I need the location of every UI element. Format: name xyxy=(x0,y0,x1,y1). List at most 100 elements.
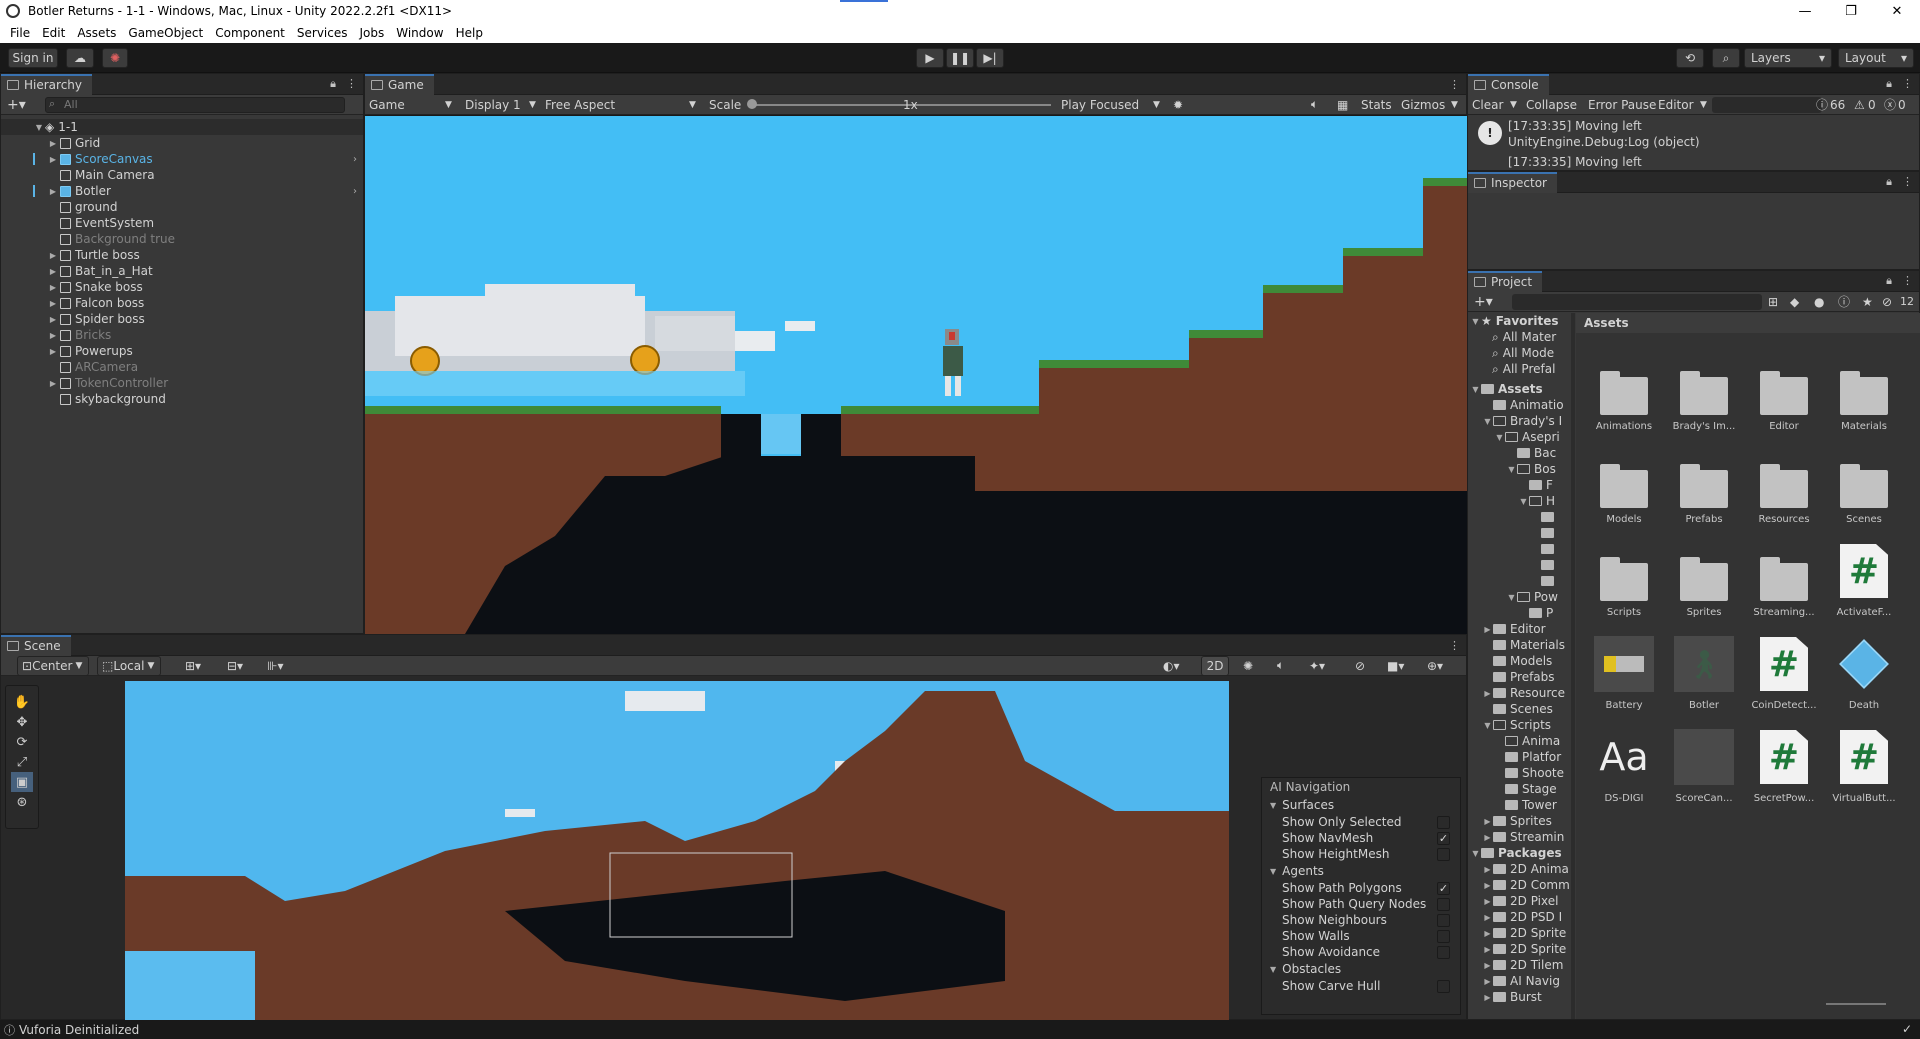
asset-item[interactable]: Prefabs xyxy=(1664,448,1744,525)
folder-tree-item[interactable]: ▼ Brady's I xyxy=(1468,413,1571,429)
folder-tree-item[interactable] xyxy=(1468,557,1571,573)
folder-tree-item[interactable]: ▶ Streamin xyxy=(1468,829,1571,845)
folder-tree-item[interactable]: Prefabs xyxy=(1468,669,1571,685)
folder-tree-item[interactable]: ▶ 2D Sprite xyxy=(1468,925,1571,941)
transform-tool-icon[interactable]: ⊛ xyxy=(11,792,33,812)
chevron-right-icon[interactable]: › xyxy=(353,154,357,165)
more-icon[interactable]: ⋮ xyxy=(346,77,357,91)
tab-project[interactable]: Project xyxy=(1468,270,1543,292)
stats-button[interactable]: Stats xyxy=(1361,98,1392,112)
pause-button[interactable]: ❚❚ xyxy=(946,48,974,68)
asset-item[interactable]: Editor xyxy=(1744,355,1824,432)
error-pause-button[interactable]: Error Pause xyxy=(1588,98,1656,112)
expand-arrow-icon[interactable]: ▼ xyxy=(1470,849,1481,858)
agents-section[interactable]: ▼ Agents xyxy=(1262,862,1460,880)
log-line[interactable]: [17:33:35] Moving left xyxy=(1508,155,1642,169)
expand-arrow-icon[interactable]: ▶ xyxy=(1482,833,1493,842)
folder-tree-item[interactable]: Materials xyxy=(1468,637,1571,653)
asset-item[interactable]: # SecretPow... xyxy=(1744,727,1824,804)
hidden-packages-icon[interactable]: ⊘ xyxy=(1882,295,1892,309)
folder-tree-item[interactable] xyxy=(1468,509,1571,525)
expand-arrow-icon[interactable]: ▶ xyxy=(1482,897,1493,906)
log-line[interactable]: [17:33:35] Moving left xyxy=(1508,119,1642,133)
nav-toggle-row[interactable]: Show Only Selected xyxy=(1262,814,1460,830)
breadcrumb[interactable]: Assets xyxy=(1576,313,1920,333)
effects-icon[interactable]: ✦▾ xyxy=(1309,659,1325,673)
folder-tree-item[interactable]: Shoote xyxy=(1468,765,1571,781)
grid-visibility-icon[interactable]: ⊟▾ xyxy=(227,659,243,673)
scale-tool-icon[interactable]: ⤢ xyxy=(11,752,33,772)
hierarchy-item[interactable]: ▶ Botler › xyxy=(1,183,363,199)
rect-tool-icon[interactable]: ▣ xyxy=(11,772,33,792)
surfaces-section[interactable]: ▼ Surfaces xyxy=(1262,796,1460,814)
close-button[interactable]: ✕ xyxy=(1874,0,1920,22)
nav-toggle-row[interactable]: Show Path Polygons ✓ xyxy=(1262,880,1460,896)
status-text[interactable]: Vuforia Deinitialized xyxy=(19,1023,139,1037)
folder-tree-item[interactable]: ▼ Asepri xyxy=(1468,429,1571,445)
clear-button[interactable]: Clear xyxy=(1472,98,1503,112)
hierarchy-item[interactable]: Background true xyxy=(1,231,363,247)
expand-arrow-icon[interactable]: ▶ xyxy=(1482,929,1493,938)
tab-inspector[interactable]: Inspector xyxy=(1468,171,1557,193)
folder-tree-item[interactable]: Tower xyxy=(1468,797,1571,813)
folder-tree-item[interactable]: Models xyxy=(1468,653,1571,669)
folder-tree-item[interactable]: P xyxy=(1468,605,1571,621)
expand-arrow-icon[interactable]: ▼ xyxy=(33,123,45,132)
hierarchy-item[interactable]: ▶ TokenController xyxy=(1,375,363,391)
expand-arrow-icon[interactable]: ▼ xyxy=(1482,721,1493,730)
menu-item-services[interactable]: Services xyxy=(291,26,354,40)
asset-item[interactable]: Streaming... xyxy=(1744,541,1824,618)
folder-tree-item[interactable]: ▶ 2D Tilem xyxy=(1468,957,1571,973)
asset-item[interactable]: Resources xyxy=(1744,448,1824,525)
favorite-item[interactable]: ⌕ All Mater xyxy=(1468,329,1571,345)
menu-item-component[interactable]: Component xyxy=(209,26,291,40)
hierarchy-search-input[interactable]: All xyxy=(45,97,345,113)
lock-icon[interactable]: 🔒︎ xyxy=(1886,175,1892,189)
layers-dropdown[interactable]: Layers ▾ xyxy=(1744,48,1832,68)
menu-item-help[interactable]: Help xyxy=(450,26,489,40)
asset-item[interactable]: Materials xyxy=(1824,355,1904,432)
move-tool-icon[interactable]: ✥ xyxy=(11,712,33,732)
scale-slider-handle[interactable] xyxy=(747,99,757,109)
rotate-tool-icon[interactable]: ⟳ xyxy=(11,732,33,752)
expand-arrow-icon[interactable]: ▶ xyxy=(1482,993,1493,1002)
notification-icon[interactable]: ✓ xyxy=(1902,1022,1912,1036)
expand-arrow-icon[interactable]: ▼ xyxy=(1506,465,1517,474)
checkbox[interactable]: ✓ xyxy=(1437,831,1450,845)
lock-icon[interactable]: 🔒︎ xyxy=(1886,274,1892,288)
folder-tree-item[interactable] xyxy=(1468,541,1571,557)
folder-tree-item[interactable]: ▶ 2D Pixel xyxy=(1468,893,1571,909)
obstacles-section[interactable]: ▼ Obstacles xyxy=(1262,960,1460,978)
checkbox[interactable] xyxy=(1437,847,1450,861)
hierarchy-item[interactable]: ▶ Bricks xyxy=(1,327,363,343)
expand-arrow-icon[interactable]: ▶ xyxy=(47,251,59,260)
expand-arrow-icon[interactable]: ▶ xyxy=(1482,945,1493,954)
expand-arrow-icon[interactable]: ▼ xyxy=(1270,801,1276,810)
expand-arrow-icon[interactable]: ▶ xyxy=(1482,817,1493,826)
hand-tool-icon[interactable]: ✋ xyxy=(11,692,33,712)
checkbox[interactable] xyxy=(1437,913,1450,927)
menu-item-edit[interactable]: Edit xyxy=(36,26,71,40)
nav-toggle-row[interactable]: Show Path Query Nodes xyxy=(1262,896,1460,912)
expand-arrow-icon[interactable]: ▶ xyxy=(47,139,59,148)
expand-arrow-icon[interactable]: ▶ xyxy=(47,155,59,164)
search-by-type-icon[interactable]: ⊞ xyxy=(1768,295,1778,309)
menu-item-jobs[interactable]: Jobs xyxy=(354,26,391,40)
asset-item[interactable]: Death xyxy=(1824,634,1904,711)
asset-item[interactable]: Animations xyxy=(1584,355,1664,432)
more-icon[interactable]: ⋮ xyxy=(1902,77,1913,91)
folder-tree-item[interactable]: ▼ Packages xyxy=(1468,845,1571,861)
tree-scrollbar[interactable] xyxy=(1571,313,1575,1019)
collapse-button[interactable]: Collapse xyxy=(1526,98,1577,112)
asset-item[interactable]: Models xyxy=(1584,448,1664,525)
nav-toggle-row[interactable]: Show Avoidance xyxy=(1262,944,1460,960)
expand-arrow-icon[interactable]: ▶ xyxy=(47,331,59,340)
expand-arrow-icon[interactable]: ▶ xyxy=(1482,913,1493,922)
folder-tree-item[interactable]: Platfor xyxy=(1468,749,1571,765)
shading-mode-icon[interactable]: ◐▾ xyxy=(1163,659,1180,673)
grid-icon[interactable]: ▦ xyxy=(1337,98,1348,112)
checkbox[interactable] xyxy=(1437,979,1450,993)
folder-tree-item[interactable]: ▼ H xyxy=(1468,493,1571,509)
menu-item-file[interactable]: File xyxy=(4,26,36,40)
folder-tree-item[interactable]: Scenes xyxy=(1468,701,1571,717)
